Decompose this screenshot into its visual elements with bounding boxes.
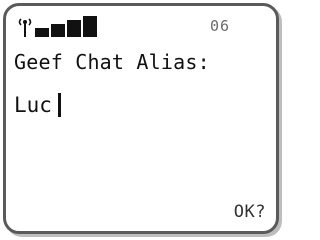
- signal-bar-1: [35, 28, 49, 37]
- ok-softkey[interactable]: OK?: [234, 202, 266, 222]
- chat-alias-input[interactable]: Luc: [14, 90, 61, 120]
- phone-screen-frame: 06 Geef Chat Alias: Luc OK?: [3, 3, 279, 234]
- signal-bar-4: [83, 16, 97, 37]
- chat-alias-value: Luc: [14, 93, 52, 117]
- antenna-icon: [16, 16, 34, 38]
- text-cursor-icon: [57, 93, 61, 117]
- signal-bar-2: [51, 24, 65, 37]
- signal-strength-icon: [16, 16, 98, 38]
- chat-alias-prompt: Geef Chat Alias:: [14, 50, 210, 74]
- signal-bar-3: [67, 20, 81, 37]
- status-bar: 06: [14, 16, 270, 38]
- message-counter: 06: [210, 17, 231, 35]
